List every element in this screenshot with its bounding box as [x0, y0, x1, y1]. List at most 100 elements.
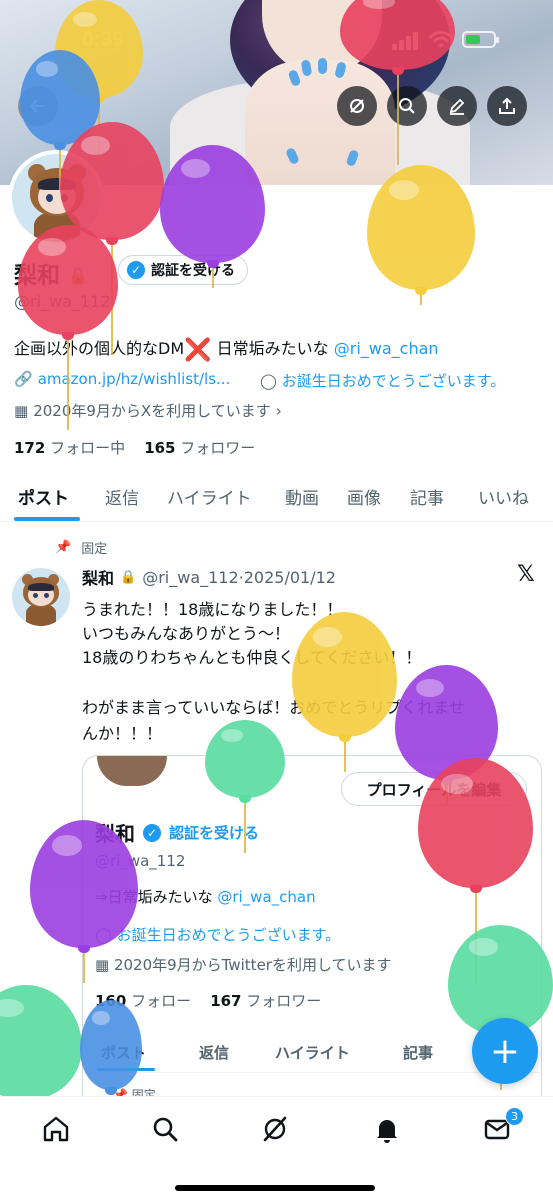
- home-icon: [43, 1116, 69, 1142]
- avatar-eye: [33, 593, 38, 598]
- profile-joined[interactable]: ▦ 2020年9月からXを利用しています ›: [14, 400, 282, 421]
- nav-grok[interactable]: [260, 1114, 290, 1144]
- pinned-text: 固定: [81, 542, 108, 557]
- tweet-text-line: いつもみんなありがとう〜！: [82, 624, 291, 643]
- avatar-body: [26, 604, 56, 626]
- card-birthday: ◯ お誕生日おめでとうございます。: [95, 924, 340, 945]
- tab-replies[interactable]: 返信: [105, 484, 139, 509]
- card-bio-text: ⇒日常垢みたいな: [95, 888, 218, 906]
- card-active-tab-indicator: [97, 1068, 155, 1071]
- card-joined-text: 2020年9月からTwitterを利用しています: [113, 956, 392, 974]
- profile-tabs: ポスト 返信 ハイライト 動画 画像 記事 いいね: [0, 470, 553, 522]
- avatar-body: [34, 212, 80, 242]
- tweet-text-line: うまれた！！18歳になりました！！: [82, 600, 343, 619]
- card-following-label: フォロー: [131, 992, 192, 1010]
- edit-button[interactable]: [437, 86, 477, 126]
- status-bar: 0:39: [0, 0, 553, 80]
- get-verified-button[interactable]: ✓ 認証を受ける: [118, 255, 248, 285]
- nav-home[interactable]: [41, 1114, 71, 1144]
- profile-bio: 企画以外の個人的なDM❌ 日常垢みたいな @ri_wa_chan: [14, 335, 439, 363]
- card-profile-name: 梨和 ✓ 認証を受ける: [95, 818, 259, 847]
- profile-handle: @ri_wa_112: [14, 292, 111, 311]
- card-birthday-text: お誕生日おめでとうございます。: [116, 926, 341, 944]
- bio-mention-link[interactable]: @ri_wa_chan: [334, 339, 439, 358]
- tweet-text-line: わがまま言っていいならば！おめでとうリプくれませ: [82, 698, 465, 717]
- card-avatar-fragment: [97, 756, 167, 786]
- tweet-avatar[interactable]: [12, 568, 70, 626]
- birthday-text: お誕生日おめでとうございます。: [281, 372, 506, 390]
- tweet-text-line: んか！！！: [82, 724, 163, 743]
- balloon-decoration: [292, 612, 397, 772]
- balloon-icon: ◯: [260, 371, 277, 390]
- search-button[interactable]: [387, 86, 427, 126]
- search-icon: [153, 1117, 178, 1142]
- balloon-icon: ◯: [95, 926, 112, 944]
- bio-text: 企画以外の個人的なDM: [14, 339, 185, 358]
- profile-birthday: ◯ お誕生日おめでとうございます。: [260, 370, 505, 391]
- following-link[interactable]: 172 フォロー中: [14, 439, 125, 457]
- wifi-icon: [429, 31, 453, 48]
- pencil-icon: [449, 98, 465, 115]
- avatar-eye: [46, 194, 53, 202]
- lock-icon: 🔒: [120, 569, 137, 585]
- card-divider: [83, 1072, 541, 1073]
- profile-website[interactable]: 🔗 amazon.jp/hz/wishlist/ls...: [14, 370, 230, 388]
- tab-posts[interactable]: ポスト: [18, 484, 69, 509]
- profile-avatar[interactable]: [8, 150, 104, 246]
- signal-icon: [392, 32, 420, 50]
- tab-likes[interactable]: いいね: [478, 484, 529, 509]
- tab-videos[interactable]: 動画: [285, 484, 319, 509]
- pin-icon: 📌: [55, 540, 72, 555]
- website-link[interactable]: amazon.jp/hz/wishlist/ls...: [38, 370, 231, 388]
- card-followers-count: 167: [210, 992, 242, 1010]
- card-verify-label: 認証を受ける: [169, 824, 260, 842]
- bell-icon: [377, 1120, 397, 1143]
- calendar-icon: ▦: [95, 956, 110, 974]
- tab-articles[interactable]: 記事: [410, 484, 444, 509]
- follow-stats: 172 フォロー中 165 フォロワー: [14, 437, 255, 458]
- nav-search[interactable]: [150, 1114, 180, 1144]
- card-bio: ⇒日常垢みたいな @ri_wa_chan: [95, 886, 316, 907]
- avatar-eye: [61, 194, 68, 202]
- bottom-navigation: 3: [0, 1096, 553, 1200]
- tweet-text-line: 18歳のりわちゃんとも仲良くしてください！！: [82, 648, 422, 667]
- followers-link[interactable]: 165 フォロワー: [144, 439, 255, 457]
- search-icon: [399, 98, 415, 114]
- card-edit-profile-button: プロフィールを編集: [341, 772, 527, 806]
- tab-images[interactable]: 画像: [347, 484, 381, 509]
- tab-highlights[interactable]: ハイライト: [167, 484, 252, 509]
- card-tab-replies: 返信: [199, 1044, 230, 1062]
- back-arrow-icon: [29, 99, 44, 113]
- messages-badge: 3: [505, 1107, 524, 1126]
- compose-post-button[interactable]: +: [472, 1018, 538, 1084]
- lock-icon: 🔒: [68, 266, 88, 285]
- tweet-author-name[interactable]: 梨和: [82, 565, 114, 589]
- profile-name-text: 梨和: [14, 263, 60, 289]
- card-followers-label: フォロワー: [246, 992, 322, 1010]
- share-icon: [499, 97, 515, 114]
- tweet-header: 梨和 🔒 @ri_wa_112·2025/01/12: [82, 565, 336, 589]
- card-tab-highlights: ハイライト: [275, 1044, 350, 1062]
- status-time: 0:39: [82, 28, 125, 51]
- avatar-hair: [38, 178, 76, 190]
- followers-label: フォロワー: [180, 439, 256, 457]
- following-count: 172: [14, 439, 46, 457]
- card-joined: ▦ 2020年9月からTwitterを利用しています: [95, 954, 392, 975]
- home-indicator: [175, 1185, 375, 1191]
- nav-notifications[interactable]: [372, 1114, 402, 1144]
- share-button[interactable]: [487, 86, 527, 126]
- grok-button[interactable]: [337, 86, 377, 126]
- chevron-right-icon: ›: [275, 401, 282, 420]
- card-name-text: 梨和: [95, 822, 135, 846]
- avatar-eye: [44, 593, 49, 598]
- verified-check-icon: ✓: [127, 261, 145, 279]
- balloon-decoration: [0, 985, 82, 1105]
- tweet-handle-date: @ri_wa_112·2025/01/12: [142, 567, 336, 587]
- active-tab-indicator: [14, 517, 80, 521]
- followers-count: 165: [144, 439, 176, 457]
- battery-icon: [462, 31, 499, 48]
- x-logo-icon: 𝕏: [517, 562, 535, 587]
- back-button[interactable]: [18, 86, 58, 126]
- grok-icon: [263, 1116, 287, 1142]
- profile-name: 梨和 🔒: [14, 256, 88, 290]
